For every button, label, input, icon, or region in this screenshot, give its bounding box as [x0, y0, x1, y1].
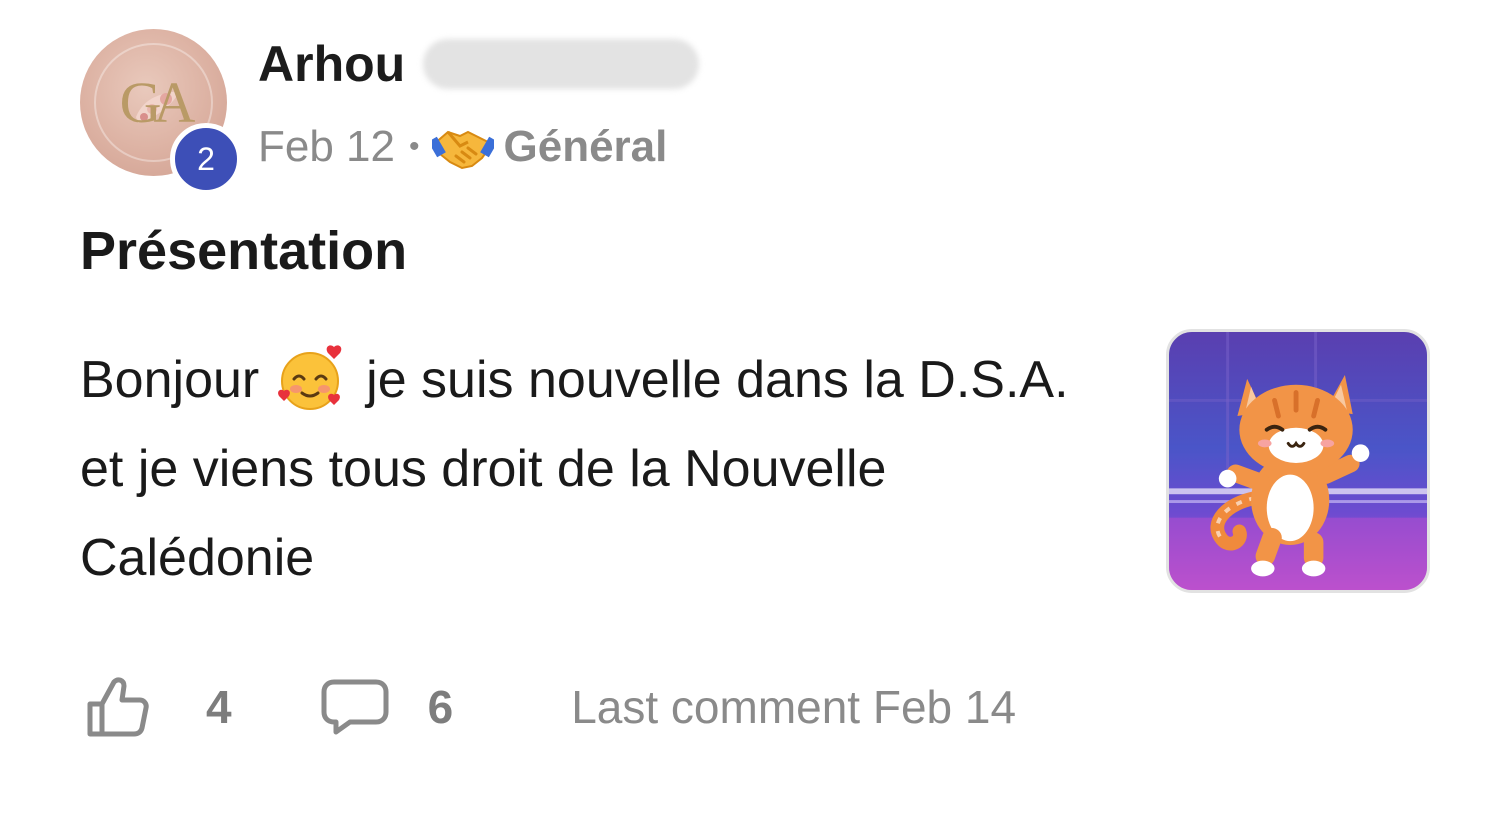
post-footer: 4 6 Last comment Feb 14: [84, 672, 1016, 742]
comment-icon[interactable]: [320, 676, 390, 738]
last-comment-date: Last comment Feb 14: [571, 681, 1017, 733]
dancing-cat-image: [1169, 332, 1427, 590]
post-card[interactable]: GA 2 Arhou Feb 12 • Général Présentation…: [0, 0, 1500, 838]
author-row: Arhou: [258, 33, 700, 95]
post-meta: Feb 12 • Général: [258, 118, 667, 176]
handshake-icon: [431, 130, 494, 170]
post-body-text-start: Bonjour: [80, 351, 260, 409]
comment-count: 6: [427, 681, 454, 733]
author-name[interactable]: Arhou: [258, 35, 405, 93]
meta-separator: •: [408, 130, 420, 163]
like-count: 4: [206, 681, 232, 733]
level-badge: 2: [170, 123, 242, 195]
category-label[interactable]: Général: [504, 122, 668, 172]
post-date: Feb 12: [258, 122, 395, 171]
redacted-name: [423, 39, 700, 89]
smiling-face-with-hearts-icon: [277, 345, 342, 410]
thumbs-up-icon[interactable]: [84, 674, 150, 740]
post-title[interactable]: Présentation: [80, 220, 407, 282]
post-thumbnail[interactable]: [1166, 329, 1430, 593]
post-body[interactable]: Bonjour je suis nouvelle dans la D.S.A. …: [80, 336, 1090, 603]
